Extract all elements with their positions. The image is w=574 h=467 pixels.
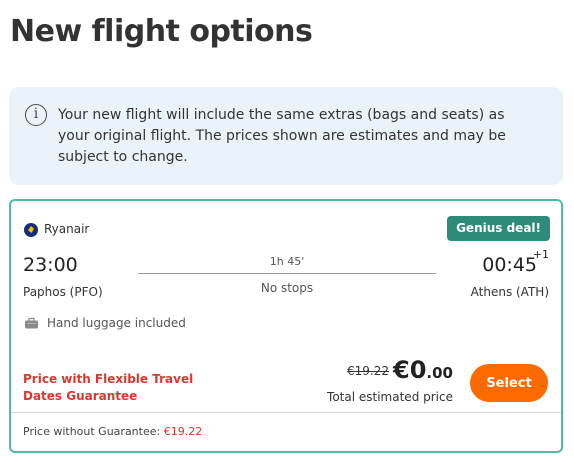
arrival-day-offset: +1 <box>532 248 549 261</box>
info-icon: i <box>25 104 47 126</box>
departure-time: 23:00 <box>23 254 78 276</box>
original-price: €19.22 <box>347 364 390 378</box>
luggage-icon <box>25 317 38 329</box>
flexible-dates-guarantee-label: Price with Flexible Travel Dates Guarant… <box>23 372 194 403</box>
price-without-guarantee: Price without Guarantee: €19.22 <box>23 425 202 438</box>
new-price-cents: .00 <box>426 364 453 382</box>
route-line <box>138 273 436 274</box>
total-estimated-price-label: Total estimated price <box>327 390 453 404</box>
ryanair-logo-icon <box>24 223 38 237</box>
new-price: €0 <box>393 356 427 384</box>
departure-airport: Paphos (PFO) <box>23 285 103 299</box>
luggage-info: Hand luggage included <box>47 316 186 330</box>
flight-option-card[interactable]: Ryanair Genius deal! 23:00 Paphos (PFO) … <box>9 199 563 453</box>
flight-stops: No stops <box>260 281 314 295</box>
airline-name: Ryanair <box>44 222 90 236</box>
info-notice: i Your new flight will include the same … <box>9 87 563 185</box>
page-title: New flight options <box>10 14 313 49</box>
info-notice-text: Your new flight will include the same ex… <box>58 107 506 165</box>
price-without-guarantee-label: Price without Guarantee: <box>23 425 161 438</box>
arrival-airport: Athens (ATH) <box>470 285 549 299</box>
genius-deal-badge: Genius deal! <box>447 216 550 241</box>
flight-duration: 1h 45' <box>269 255 305 268</box>
price-without-guarantee-amount: €19.22 <box>163 425 203 438</box>
arrival-time: 00:45 <box>482 254 537 276</box>
divider <box>11 412 561 413</box>
price-row: €19.22 €0.00 <box>347 356 453 384</box>
select-button[interactable]: Select <box>470 364 548 402</box>
